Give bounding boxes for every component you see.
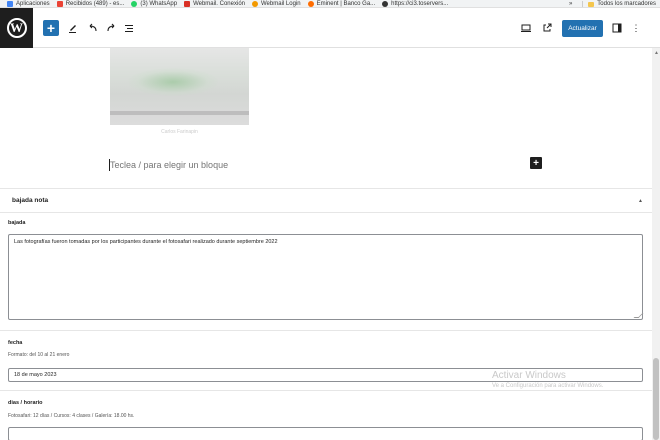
horario-input[interactable] — [8, 427, 643, 440]
page-scrollbar[interactable]: ▲ — [652, 48, 660, 440]
cpanel-icon — [252, 0, 258, 7]
bookmarks-right: » Todos los marcadores — [569, 0, 656, 7]
metabox-header[interactable]: bajada nota ▲ — [0, 188, 652, 213]
undo-button[interactable] — [86, 19, 100, 37]
bookmark-aplicaciones[interactable]: Aplicaciones — [7, 0, 50, 7]
folder-icon — [588, 1, 595, 7]
tools-button[interactable] — [66, 19, 80, 37]
options-button[interactable]: ⋮ — [630, 19, 642, 37]
bookmark-webmail-login[interactable]: Webmail Login — [252, 0, 301, 7]
fecha-description: Formato: del 10 al 21 enero — [8, 352, 70, 358]
windows-activation-watermark: Activar Windows Ve a Configuración para … — [492, 370, 603, 389]
bank-icon — [307, 0, 314, 7]
update-button[interactable]: Actualizar — [562, 20, 603, 37]
image-horizon — [110, 111, 249, 115]
resize-handle[interactable] — [633, 313, 644, 318]
bajada-textarea[interactable]: Las fotografías fueron tomadas por los p… — [8, 234, 644, 320]
redo-icon — [107, 23, 115, 32]
watermark-title: Activar Windows — [492, 370, 566, 381]
gmail-icon — [56, 0, 63, 7]
aurora-glow — [128, 68, 218, 96]
watermark-subtitle: Ve a Configuración para activar Windows. — [492, 383, 604, 389]
webmail-icon — [184, 0, 191, 7]
apps-icon — [7, 0, 13, 7]
bookmarks-separator — [582, 1, 584, 7]
fecha-label: fecha — [8, 340, 23, 346]
redo-button[interactable] — [104, 19, 118, 37]
bookmarks-bar: Aplicaciones Recibidos (489) - es... (3)… — [0, 0, 660, 8]
settings-sidebar-button[interactable] — [610, 19, 624, 37]
undo-icon — [89, 23, 97, 32]
bookmark-gmail[interactable]: Recibidos (489) - es... — [56, 0, 124, 7]
metabox-title: bajada nota — [12, 197, 49, 204]
more-vertical-icon: ⋮ — [631, 22, 641, 33]
bookmarks-overflow-button[interactable]: » — [569, 1, 572, 7]
bookmark-whatsapp[interactable]: (3) WhatsApp — [131, 0, 177, 7]
wordpress-icon: W — [6, 18, 27, 38]
inline-inserter-button[interactable]: + — [530, 157, 542, 169]
scroll-up-icon[interactable]: ▲ — [654, 50, 659, 56]
bajada-value: Las fotografías fueron tomadas por los p… — [14, 239, 278, 245]
sidebar-icon — [612, 23, 622, 33]
whatsapp-icon — [131, 0, 138, 7]
preview-button[interactable] — [519, 19, 533, 37]
bookmark-ci3[interactable]: https://ci3.toservers... — [382, 0, 448, 7]
desktop-preview-icon — [521, 24, 531, 32]
wordpress-logo-button[interactable]: W — [0, 8, 33, 48]
bookmark-webmail-conexion[interactable]: Webmail. Conexión — [184, 0, 245, 7]
list-view-icon — [125, 25, 133, 32]
aurora-image[interactable] — [110, 48, 249, 125]
field-divider — [0, 330, 652, 331]
list-view-button[interactable] — [122, 19, 136, 37]
pencil-icon — [69, 25, 76, 33]
globe-icon — [382, 0, 389, 7]
field-divider — [0, 390, 652, 391]
horario-label: dias / horario — [8, 400, 43, 406]
horario-description: Fotosafari: 12 días / Cursos: 4 clases /… — [8, 413, 135, 419]
bajada-label: bajada — [8, 220, 26, 226]
block-inserter-button[interactable]: + — [43, 20, 59, 36]
block-placeholder[interactable]: Teclea / para elegir un bloque — [110, 160, 228, 170]
external-link-icon — [543, 23, 552, 32]
collapse-icon[interactable]: ▲ — [638, 198, 643, 204]
view-post-button[interactable] — [540, 19, 554, 37]
editor-toolbar: W + Actualizar ⋮ — [0, 8, 660, 48]
scrollbar-thumb[interactable] — [653, 358, 659, 440]
fecha-value: 18 de mayo 2023 — [14, 372, 57, 378]
bookmark-eminent[interactable]: Eminent | Banco Ga... — [307, 0, 375, 7]
image-caption[interactable]: Carlos Farinapin — [110, 129, 249, 135]
all-bookmarks-link[interactable]: Todos los marcadores — [597, 1, 656, 7]
